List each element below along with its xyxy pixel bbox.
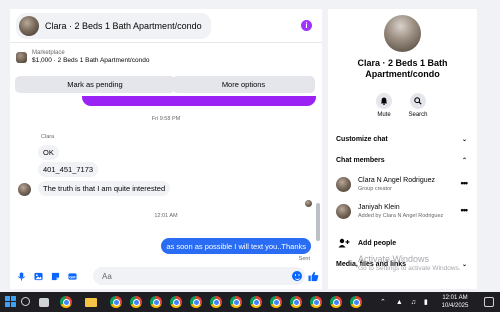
conversation-name: Clara · 2 Beds 1 Bath Apartment/condo — [357, 58, 448, 79]
message-bubble-outgoing[interactable]: as soon as possible I will text you..Tha… — [161, 238, 311, 254]
previous-message-bubble — [82, 96, 316, 106]
member-row[interactable]: Clara N Angel Rodriguez Group creator ••… — [336, 177, 469, 193]
member-avatar — [336, 204, 351, 219]
thumbs-up-icon[interactable] — [308, 271, 319, 282]
search-button[interactable]: Search — [403, 93, 433, 118]
listing-title: $1,000 · 2 Beds 1 Bath Apartment/condo — [32, 57, 150, 64]
member-role: Added by Clara N Angel Rodriguez — [358, 213, 444, 219]
chrome-icon[interactable] — [130, 296, 142, 308]
activate-windows-subtitle: Go to Settings to activate Windows. — [358, 265, 461, 272]
timestamp-separator: 12:01 AM — [154, 213, 178, 219]
add-people-button[interactable]: Add people — [338, 238, 396, 248]
activate-windows-watermark: Activate Windows Go to Settings to activ… — [358, 254, 461, 274]
chrome-icon[interactable] — [210, 296, 222, 308]
volume-icon[interactable]: ♫ — [411, 299, 416, 306]
message-bubble-incoming[interactable]: 401_451_7173 — [38, 162, 99, 177]
chrome-icon[interactable] — [110, 296, 122, 308]
file-explorer-icon[interactable] — [85, 298, 97, 307]
sticker-icon[interactable] — [51, 272, 60, 281]
image-icon[interactable] — [34, 272, 43, 281]
chrome-icon[interactable] — [350, 296, 362, 308]
chrome-icon[interactable] — [150, 296, 162, 308]
notification-icon[interactable] — [484, 297, 494, 307]
system-tray[interactable]: ⌃ ▲ ♫ ▮ — [380, 298, 428, 306]
network-icon[interactable]: ▲ — [396, 299, 403, 306]
chrome-icon[interactable] — [330, 296, 342, 308]
chat-title: Clara · 2 Beds 1 Bath Apartment/condo — [45, 20, 202, 31]
bell-icon — [376, 93, 392, 109]
chrome-icon[interactable] — [310, 296, 322, 308]
chat-title-button[interactable]: Clara · 2 Beds 1 Bath Apartment/condo — [16, 12, 211, 39]
clock-date: 10/4/2025 — [441, 303, 469, 309]
chat-panel: Clara · 2 Beds 1 Bath Apartment/condo i … — [10, 9, 322, 289]
chrome-icon[interactable] — [170, 296, 182, 308]
message-composer: GIF Aa — [10, 264, 322, 289]
member-avatar — [336, 177, 351, 192]
chat-header: Clara · 2 Beds 1 Bath Apartment/condo i — [10, 9, 322, 43]
microphone-icon[interactable] — [17, 272, 26, 281]
activate-windows-title: Activate Windows — [358, 254, 430, 264]
mute-button[interactable]: Mute — [369, 93, 399, 118]
search-icon — [410, 93, 426, 109]
search-icon[interactable] — [21, 297, 30, 306]
browser-icon[interactable] — [60, 296, 72, 308]
seen-indicator-avatar — [305, 200, 312, 207]
battery-icon[interactable]: ▮ — [424, 299, 428, 306]
conversation-info-panel: Clara · 2 Beds 1 Bath Apartment/condo Mu… — [328, 9, 477, 289]
message-input-placeholder: Aa — [102, 271, 112, 281]
message-bubble-incoming[interactable]: OK — [38, 145, 59, 160]
chevron-down-icon: ⌄ — [461, 137, 467, 143]
chrome-icon[interactable] — [250, 296, 262, 308]
more-options-icon[interactable]: ••• — [461, 177, 469, 188]
search-label: Search — [408, 112, 428, 118]
timestamp-separator: Fri 9:58 PM — [151, 116, 181, 122]
listing-thumbnail — [16, 51, 27, 63]
more-options-icon[interactable]: ••• — [461, 204, 469, 215]
mark-as-pending-button[interactable]: Mark as pending — [15, 76, 175, 93]
task-view-icon[interactable] — [39, 298, 49, 307]
customize-chat-section[interactable]: Customize chat ⌄ — [336, 136, 467, 143]
clock-time: 12:01 AM — [442, 295, 468, 301]
chevron-up-icon[interactable]: ⌃ — [380, 299, 386, 306]
svg-text:GIF: GIF — [69, 274, 76, 279]
add-person-icon — [338, 238, 350, 248]
chrome-icon[interactable] — [290, 296, 302, 308]
scrollbar-thumb[interactable] — [316, 203, 320, 241]
member-row[interactable]: Janiyah Klein Added by Clara N Angel Rod… — [336, 204, 469, 220]
chat-scrollbar[interactable] — [316, 129, 320, 254]
sender-avatar — [18, 183, 31, 196]
marketplace-listing[interactable]: Marketplace $1,000 · 2 Beds 1 Bath Apart… — [16, 49, 149, 65]
chat-members-section[interactable]: Chat members ⌃ — [336, 157, 467, 164]
chevron-down-icon: ⌄ — [461, 262, 467, 268]
chrome-icon[interactable] — [270, 296, 282, 308]
chat-members-label: Chat members — [336, 157, 385, 164]
windows-start-icon[interactable] — [5, 296, 17, 308]
emoji-icon[interactable] — [292, 271, 302, 281]
chrome-icon[interactable] — [190, 296, 202, 308]
chrome-icon[interactable] — [230, 296, 242, 308]
message-input[interactable]: Aa — [93, 267, 305, 285]
taskbar-clock[interactable]: 12:01 AM 10/4/2025 — [438, 294, 472, 310]
more-options-button[interactable]: More options — [172, 76, 315, 93]
sent-status: Sent — [298, 256, 310, 262]
conversation-avatar — [384, 15, 421, 52]
add-people-label: Add people — [358, 239, 397, 247]
gif-icon[interactable]: GIF — [68, 272, 77, 281]
info-icon[interactable]: i — [301, 20, 312, 31]
member-role: Group creator — [358, 186, 392, 192]
chevron-up-icon: ⌃ — [461, 158, 467, 164]
sender-name: Clara — [41, 134, 55, 140]
customize-chat-label: Customize chat — [336, 136, 388, 143]
taskbar: ⌃ ▲ ♫ ▮ 12:01 AM 10/4/2025 — [0, 292, 500, 312]
mute-label: Mute — [377, 112, 391, 118]
member-name: Clara N Angel Rodriguez — [358, 177, 436, 184]
marketplace-label: Marketplace — [32, 50, 65, 56]
chat-avatar — [19, 15, 39, 36]
message-bubble-incoming[interactable]: The truth is that I am quite interested — [38, 181, 171, 196]
member-name: Janiyah Klein — [358, 204, 400, 211]
